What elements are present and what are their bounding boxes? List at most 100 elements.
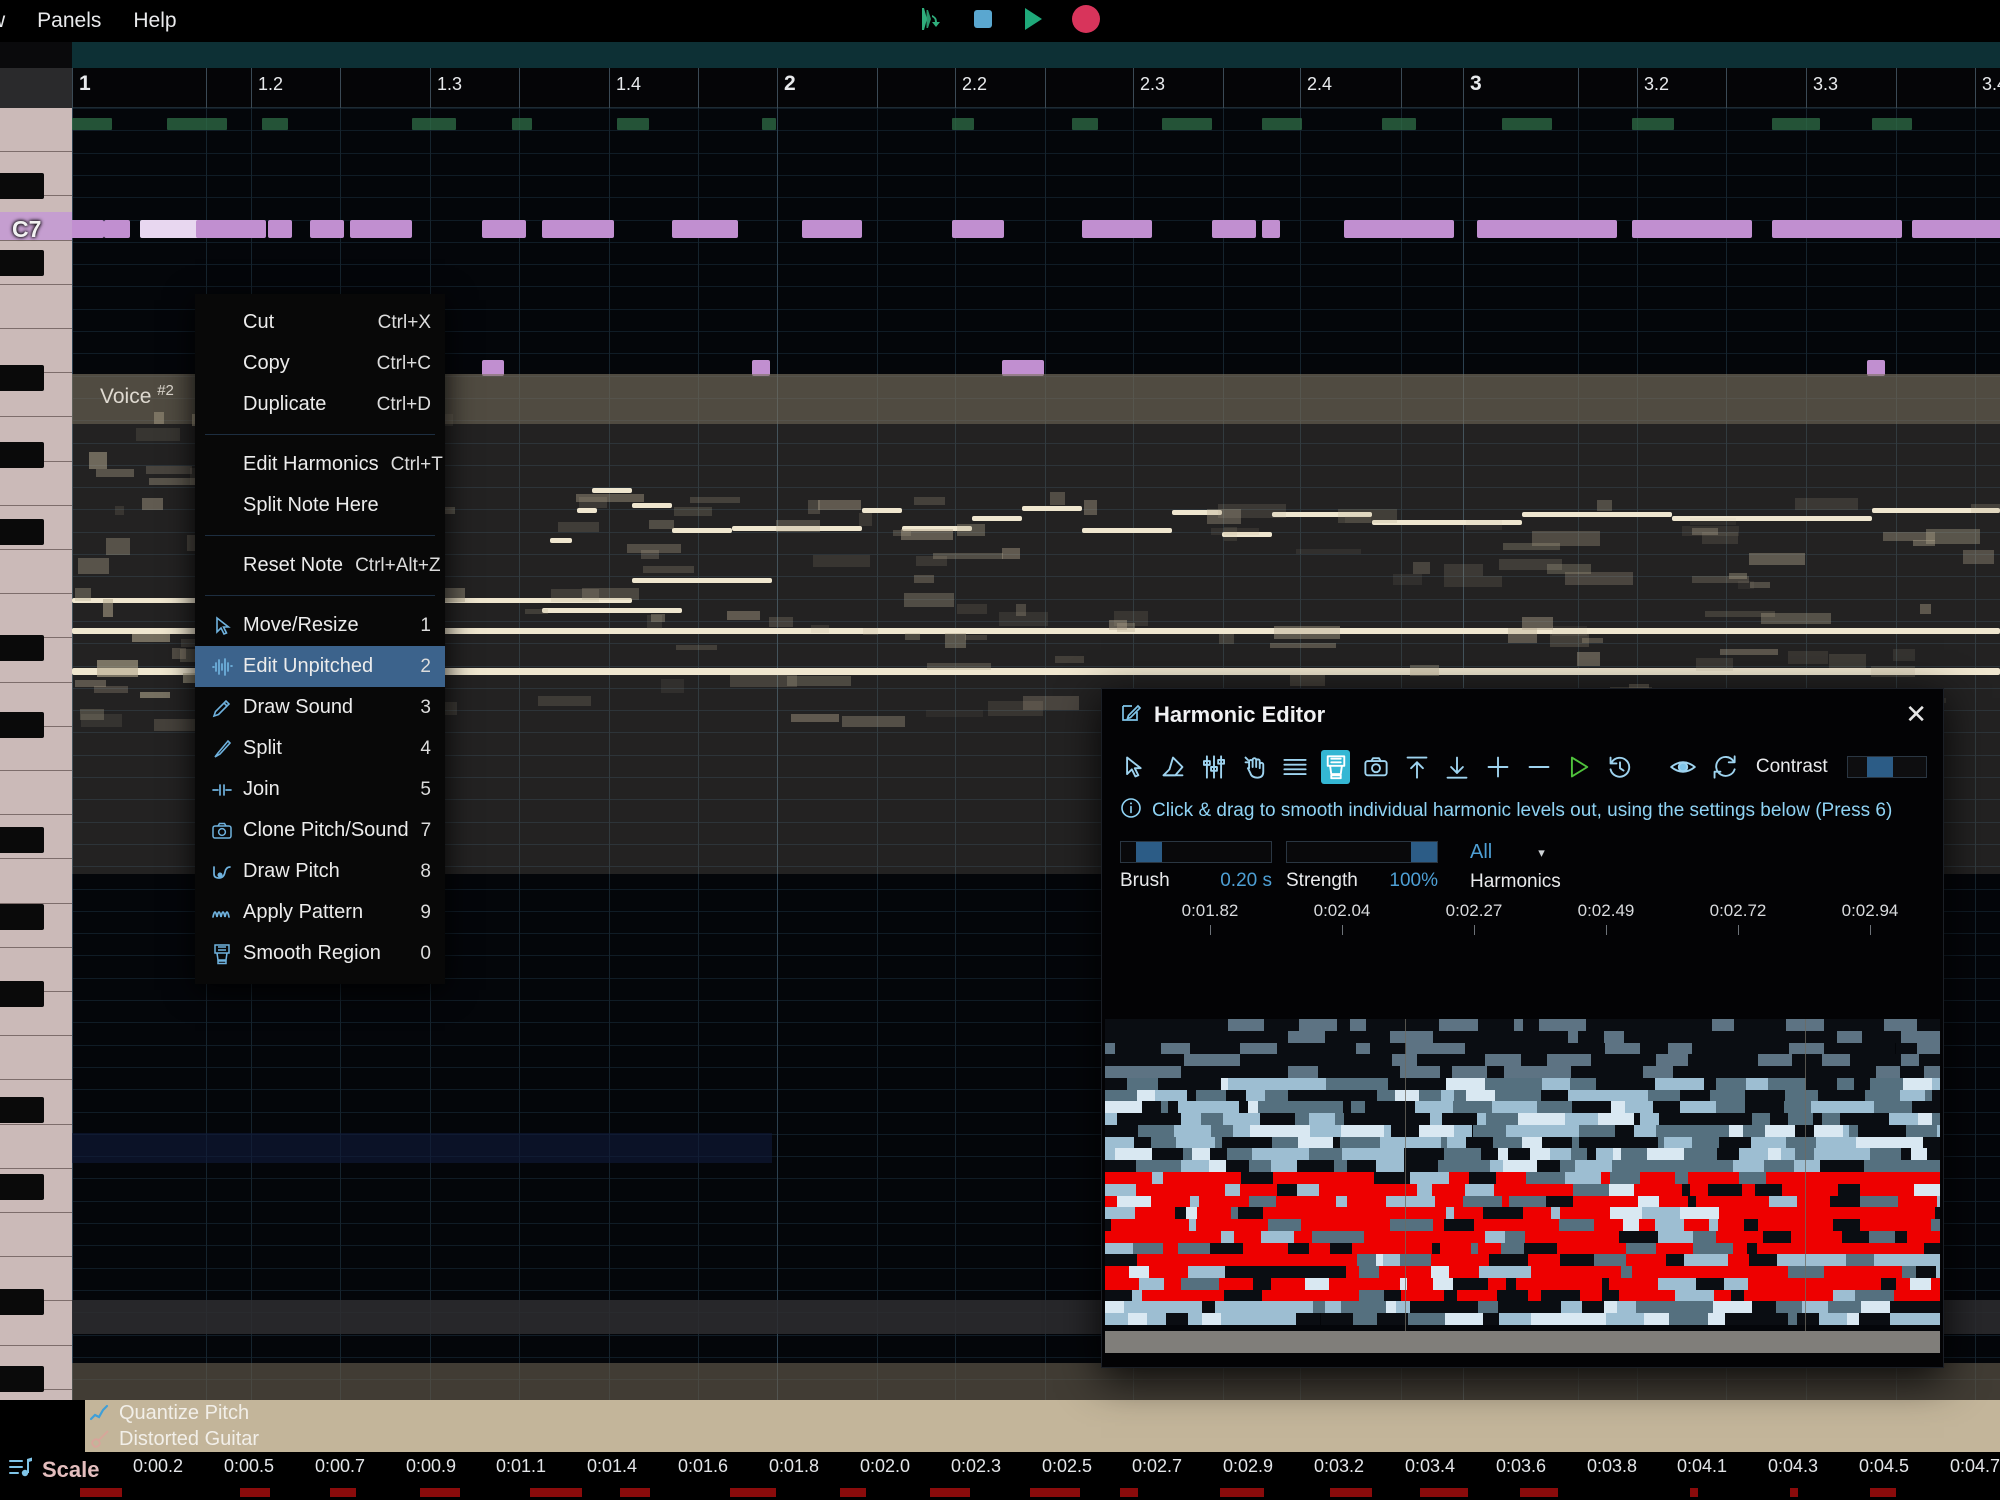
menu-item-apply-pattern[interactable]: Apply Pattern 9 [195, 892, 445, 933]
piano-black-key[interactable] [0, 827, 44, 853]
close-icon[interactable]: ✕ [1905, 700, 1927, 728]
strength-slider[interactable] [1286, 841, 1438, 863]
harmonic-editor-toolbar[interactable]: Contrast [1102, 741, 1943, 793]
piano-black-key[interactable] [0, 1289, 44, 1315]
menu-item-duplicate[interactable]: Duplicate Ctrl+D [195, 384, 445, 425]
loop-region-strip[interactable] [0, 42, 2000, 68]
bar-ruler[interactable]: 1 1.2 1.3 1.4 2 2.2 2.3 2.4 3 3.2 3.3 3.4 [0, 68, 2000, 108]
piano-white-key[interactable] [0, 1125, 72, 1169]
pitch-curve[interactable] [1022, 506, 1082, 511]
piano-black-key[interactable] [0, 365, 44, 391]
menu-item-clone-pitch-sound[interactable]: Clone Pitch/Sound 7 [195, 810, 445, 851]
piano-keyboard[interactable]: C7 [0, 108, 72, 1400]
menu-window[interactable]: w [0, 0, 21, 42]
eraser-tool-icon[interactable] [1159, 750, 1189, 784]
piano-black-key[interactable] [0, 1366, 44, 1392]
piano-white-key[interactable] [0, 462, 72, 506]
piano-white-key[interactable] [0, 550, 72, 594]
harmonics-selector[interactable]: All ▾ Harmonics [1470, 841, 1561, 893]
menu-item-split-note-here[interactable]: Split Note Here [195, 485, 445, 526]
blender-tool-icon[interactable] [1321, 750, 1351, 784]
menu-item-split[interactable]: Split 4 [195, 728, 445, 769]
note-block[interactable] [1477, 220, 1617, 238]
piano-white-key[interactable] [0, 1213, 72, 1257]
scale-badge[interactable]: Scale [8, 1454, 100, 1485]
menu-item-draw-sound[interactable]: Draw Sound 3 [195, 687, 445, 728]
stop-icon[interactable] [971, 7, 995, 36]
pitch-curve[interactable] [542, 608, 682, 613]
plus-icon[interactable] [1483, 750, 1513, 784]
note-block[interactable] [1344, 220, 1454, 238]
play-icon[interactable] [1021, 6, 1045, 37]
piano-black-key[interactable] [0, 173, 44, 199]
menu-item-reset-note[interactable]: Reset Note Ctrl+Alt+Z [195, 545, 445, 586]
note-block[interactable] [542, 220, 614, 238]
pitch-curve[interactable] [1522, 512, 1672, 517]
menu-item-copy[interactable]: Copy Ctrl+C [195, 343, 445, 384]
piano-white-key[interactable] [0, 859, 72, 903]
harmonic-spectrogram[interactable] [1105, 1019, 1940, 1353]
raise-top-icon[interactable] [1402, 750, 1432, 784]
cursor-tool-icon[interactable] [1118, 750, 1148, 784]
history-icon[interactable] [1605, 750, 1635, 784]
pitch-curve[interactable] [632, 503, 672, 508]
menu-item-edit-unpitched[interactable]: Edit Unpitched 2 [195, 646, 445, 687]
pitch-curve[interactable] [550, 538, 572, 543]
pitch-curve[interactable] [972, 516, 1022, 521]
contrast-slider[interactable] [1847, 756, 1927, 778]
play-icon[interactable] [1564, 750, 1594, 784]
piano-white-key[interactable] [0, 594, 72, 638]
piano-black-key[interactable] [0, 712, 44, 738]
hand-tool-icon[interactable] [1240, 750, 1270, 784]
pitch-curve[interactable] [672, 528, 732, 533]
harmonic-editor-panel[interactable]: Harmonic Editor ✕ Contrast Click & drag … [1101, 688, 1944, 1368]
note-block[interactable] [1212, 220, 1256, 238]
menu-item-draw-pitch[interactable]: Draw Pitch 8 [195, 851, 445, 892]
pitch-curve[interactable] [632, 578, 772, 583]
levels-tool-icon[interactable] [1199, 750, 1229, 784]
note-block[interactable] [1912, 220, 2000, 238]
note-block[interactable] [1262, 220, 1280, 238]
note-block[interactable] [1632, 220, 1752, 238]
piano-black-key[interactable] [0, 442, 44, 468]
note-block[interactable] [952, 220, 1004, 238]
note-block[interactable] [310, 220, 344, 238]
menu-item-move-resize[interactable]: Move/Resize 1 [195, 605, 445, 646]
refresh-icon[interactable] [1709, 750, 1739, 784]
note-block[interactable] [672, 220, 738, 238]
brush-slider[interactable] [1120, 841, 1272, 863]
menu-item-join[interactable]: Join 5 [195, 769, 445, 810]
lane-distorted-guitar[interactable]: Distorted Guitar [85, 1426, 2000, 1452]
piano-black-key[interactable] [0, 981, 44, 1007]
record-icon[interactable] [1071, 4, 1101, 39]
waveform-split-icon[interactable] [915, 6, 945, 37]
menu-panels[interactable]: Panels [21, 0, 117, 42]
note-block[interactable] [196, 220, 266, 238]
note-block[interactable] [482, 220, 526, 238]
lane-quantize-pitch[interactable]: Quantize Pitch [85, 1400, 2000, 1426]
piano-white-key[interactable] [0, 285, 72, 329]
pitch-curve[interactable] [592, 488, 632, 493]
piano-black-key[interactable] [0, 1174, 44, 1200]
piano-black-key[interactable] [0, 904, 44, 930]
note-block[interactable] [268, 220, 292, 238]
note-block[interactable] [802, 220, 862, 238]
pitch-curve[interactable] [1082, 528, 1172, 533]
menu-item-edit-harmonics[interactable]: Edit Harmonics Ctrl+T [195, 444, 445, 485]
note-block[interactable] [1772, 220, 1902, 238]
chevron-down-icon[interactable]: ▾ [1538, 845, 1545, 861]
menu-help[interactable]: Help [117, 0, 192, 42]
note-context-menu[interactable]: Cut Ctrl+X Copy Ctrl+C Duplicate Ctrl+D Edit H… [195, 294, 445, 984]
lower-bottom-icon[interactable] [1443, 750, 1473, 784]
pitch-curve[interactable] [577, 508, 597, 513]
time-ruler[interactable]: Scale 0:00.2 0:00.5 0:00.7 0:00.9 0:01.1 0:01… [0, 1452, 2000, 1500]
piano-white-key[interactable] [0, 108, 72, 152]
note-block[interactable] [1082, 220, 1152, 238]
camera-tool-icon[interactable] [1361, 750, 1391, 784]
piano-white-key[interactable] [0, 1036, 72, 1080]
eye-icon[interactable] [1669, 750, 1699, 784]
lines-tool-icon[interactable] [1280, 750, 1310, 784]
menu-item-smooth-region[interactable]: Smooth Region 0 [195, 933, 445, 974]
piano-black-key[interactable] [0, 250, 44, 276]
menu-item-cut[interactable]: Cut Ctrl+X [195, 302, 445, 343]
